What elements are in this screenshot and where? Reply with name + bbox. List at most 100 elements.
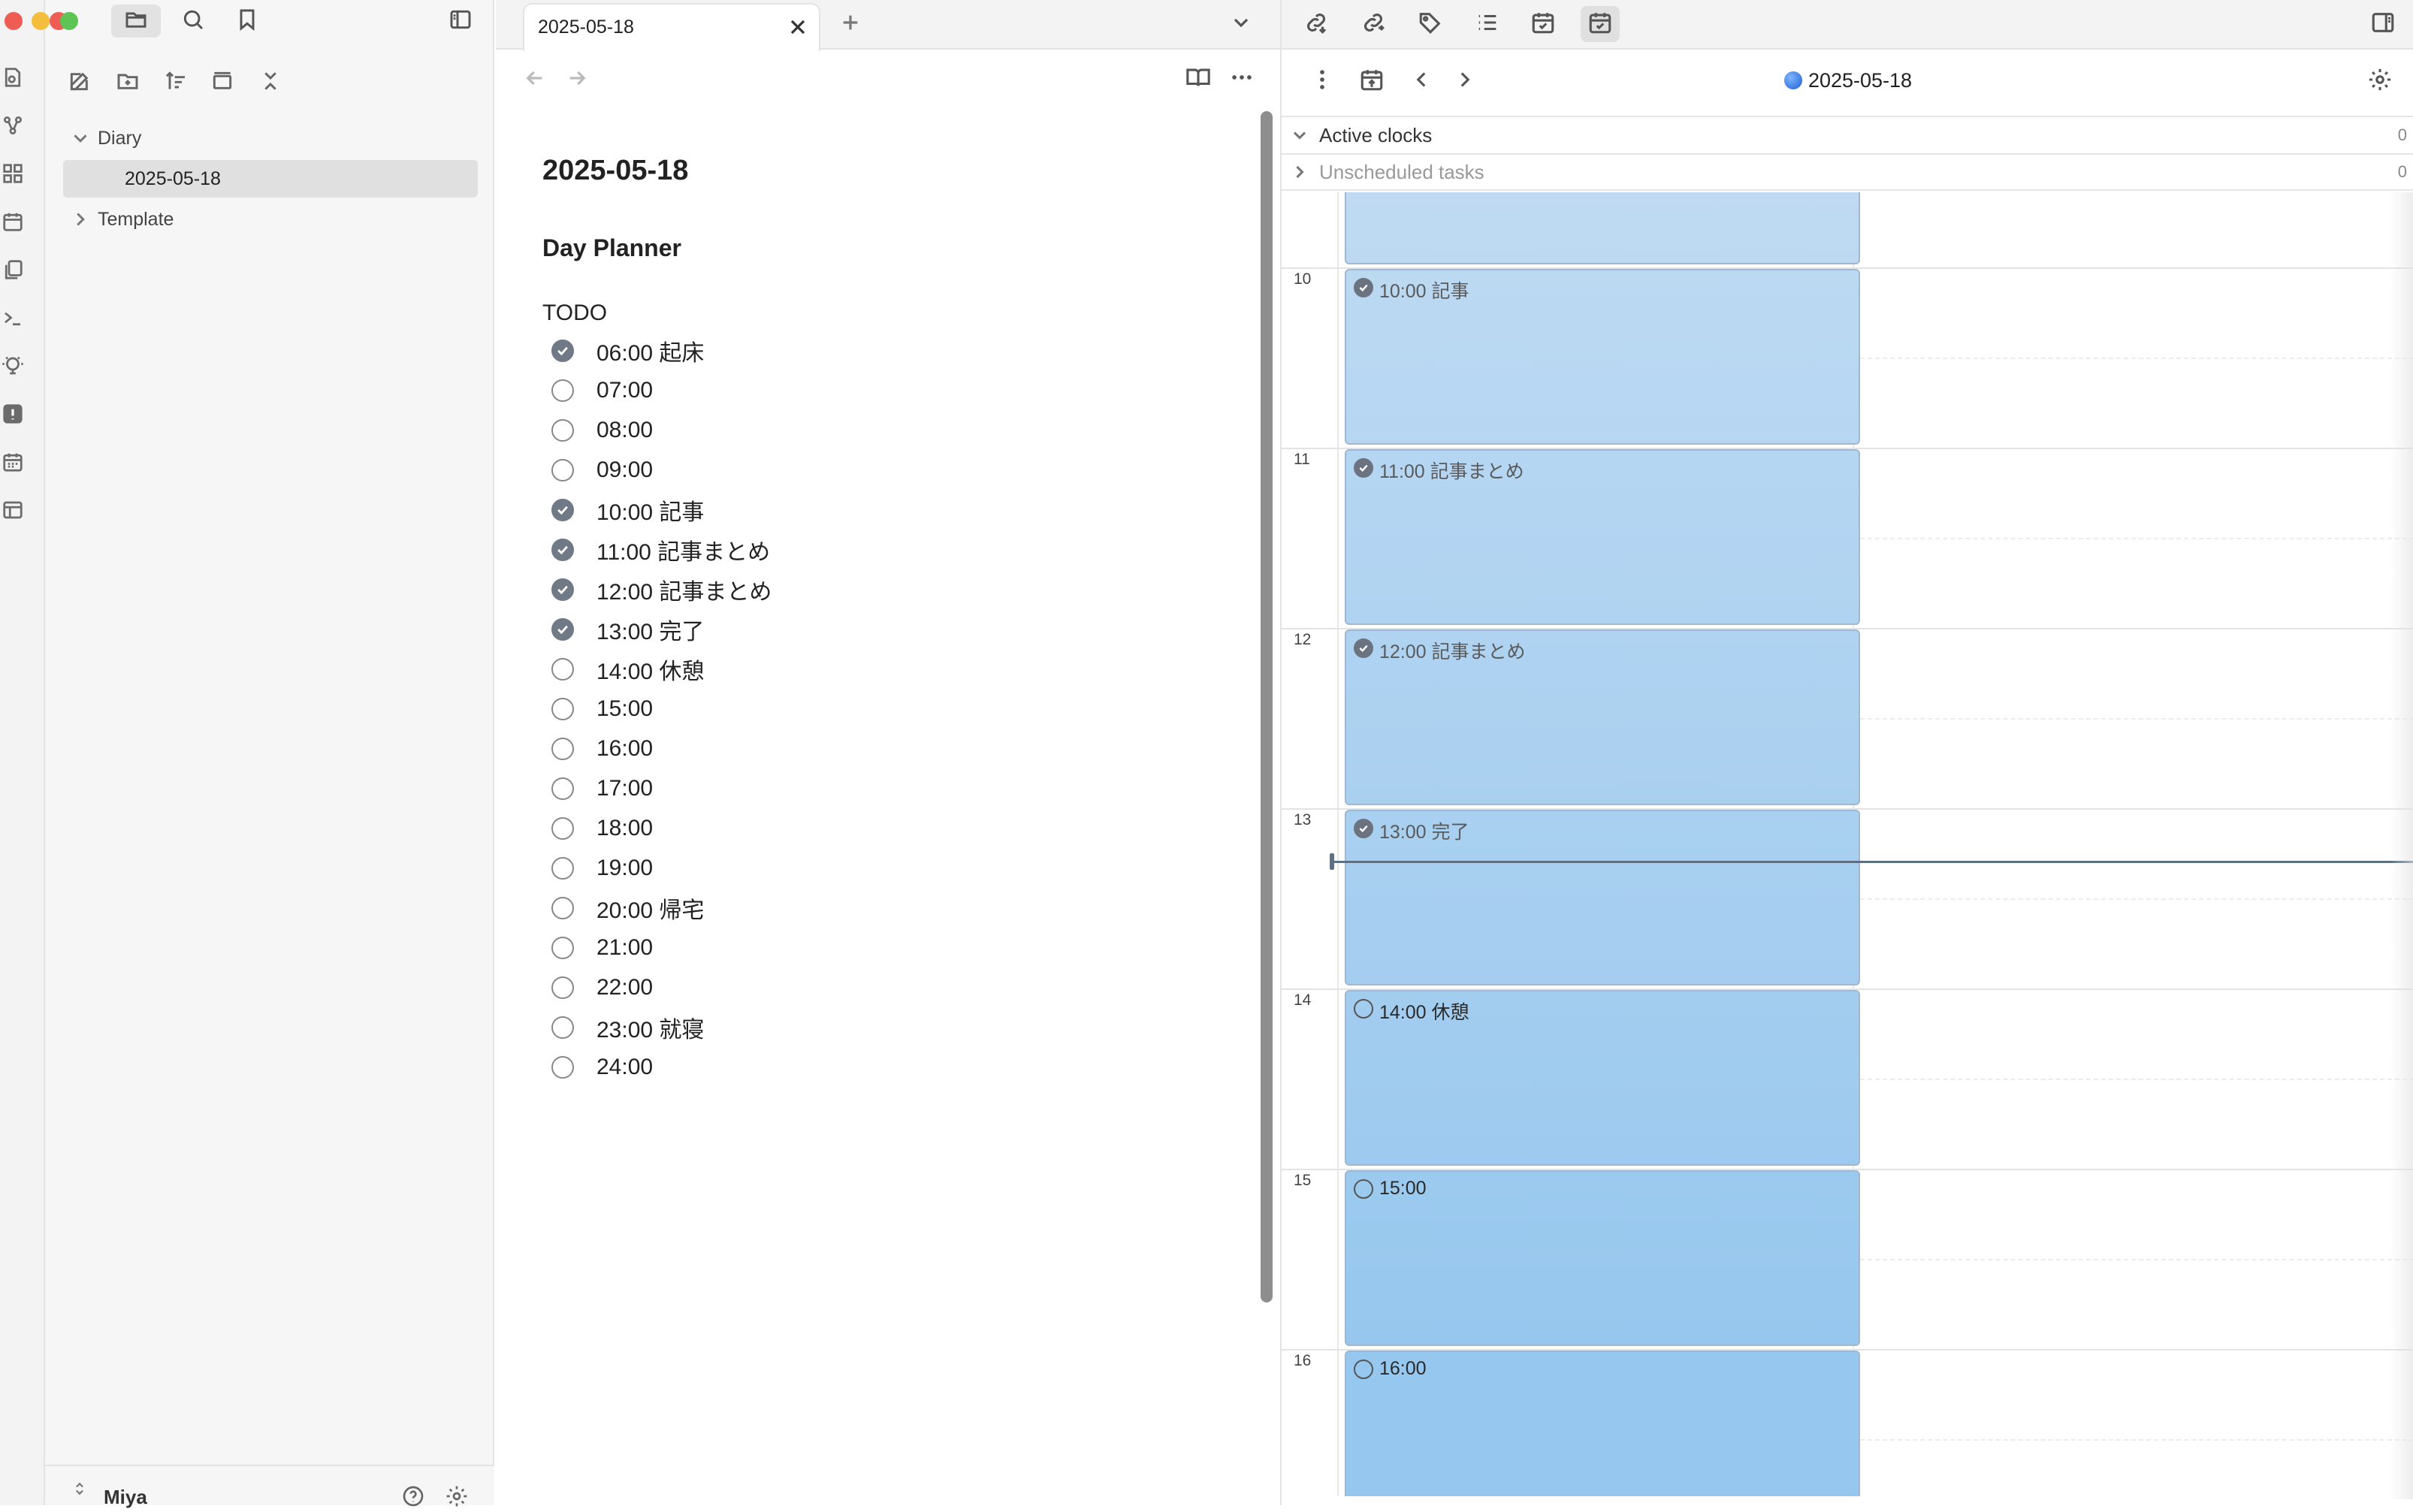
unchecked-checkbox[interactable] (1354, 1360, 1373, 1379)
unchecked-checkbox[interactable] (551, 379, 574, 402)
day-planner-ribbon-icon[interactable] (2, 403, 24, 425)
unchecked-checkbox[interactable] (551, 1055, 574, 1079)
tab-2025-05-18[interactable]: 2025-05-18 (523, 3, 820, 51)
unchecked-checkbox[interactable] (551, 737, 574, 760)
unchecked-checkbox[interactable] (551, 418, 574, 442)
sort-icon (164, 69, 188, 97)
new-note-button[interactable] (63, 66, 96, 99)
unchecked-checkbox[interactable] (551, 856, 574, 880)
checked-checkbox[interactable] (1354, 278, 1373, 297)
new-tab-icon[interactable] (838, 11, 862, 35)
unchecked-checkbox[interactable] (551, 896, 574, 919)
task-text: 21:00 (596, 934, 654, 960)
help-icon[interactable] (401, 1484, 425, 1508)
planner-event[interactable]: 09:00 (1345, 192, 1860, 264)
unchecked-checkbox[interactable] (551, 1016, 574, 1039)
planner-timeline[interactable]: 10 11 12 13 14 15 16 09:00 10:00 記事 11:00 記事まとめ 12… (1282, 192, 2413, 1496)
reading-view-icon[interactable] (1185, 65, 1213, 92)
canvas-icon[interactable] (2, 162, 24, 185)
unchecked-checkbox[interactable] (551, 777, 574, 800)
task-item: 18:00 (551, 808, 772, 848)
backlinks-tab[interactable] (1297, 6, 1336, 42)
window-minimize-button[interactable] (32, 12, 50, 30)
lightbulb-icon[interactable] (2, 355, 24, 377)
unscheduled-tasks-row[interactable]: Unscheduled tasks 0 (1282, 153, 2413, 191)
tags-tab[interactable] (1411, 6, 1450, 42)
checked-checkbox[interactable] (1354, 638, 1373, 658)
vault-name[interactable]: Miya (104, 1486, 147, 1509)
table-icon[interactable] (2, 499, 24, 521)
planner-event[interactable]: 10:00 記事 (1345, 269, 1860, 445)
settings-icon[interactable] (445, 1484, 469, 1508)
more-options-icon[interactable] (1229, 65, 1256, 92)
checked-checkbox[interactable] (1354, 819, 1373, 838)
collapse-all-button[interactable] (254, 66, 287, 99)
heading-day-planner: Day Planner (542, 234, 681, 261)
planner-event[interactable]: 16:00 (1345, 1351, 1860, 1496)
search-tab-button[interactable] (168, 5, 218, 38)
collapse-all-icon (258, 69, 282, 97)
folder-diary[interactable]: Diary (69, 120, 141, 156)
bookmarks-tab-button[interactable] (222, 5, 272, 38)
unchecked-checkbox[interactable] (1354, 1179, 1373, 1199)
outline-tab[interactable] (1468, 6, 1507, 42)
sort-button[interactable] (159, 66, 192, 99)
planner-event[interactable]: 13:00 完了 (1345, 810, 1860, 985)
new-folder-button[interactable] (111, 66, 144, 99)
auto-reveal-button[interactable] (206, 66, 239, 99)
vault-switcher-icon[interactable] (72, 1481, 87, 1496)
unchecked-checkbox[interactable] (551, 458, 574, 481)
back-arrow-icon[interactable] (523, 66, 547, 90)
unchecked-checkbox[interactable] (551, 936, 574, 959)
chevron-down-icon[interactable] (1229, 11, 1253, 35)
planner-event-text: 16:00 (1379, 1358, 1427, 1379)
task-item: 08:00 (551, 410, 772, 450)
task-text: 11:00 記事まとめ (596, 539, 771, 565)
checked-checkbox[interactable] (551, 498, 574, 521)
hour-label: 11 (1294, 451, 1310, 468)
window-close-button[interactable] (5, 12, 23, 30)
active-clocks-row[interactable]: Active clocks 0 (1282, 116, 2413, 153)
gear-icon (2367, 67, 2393, 96)
forward-arrow-icon[interactable] (565, 66, 589, 90)
tags-icon (1418, 10, 1443, 39)
day-planner-tab[interactable] (1581, 6, 1620, 42)
checked-checkbox[interactable] (551, 339, 574, 362)
right-sidebar-toggle[interactable] (2363, 6, 2402, 42)
checked-checkbox[interactable] (1354, 458, 1373, 478)
planner-event[interactable]: 14:00 休憩 (1345, 990, 1860, 1166)
planner-event[interactable]: 12:00 記事まとめ (1345, 629, 1860, 805)
outgoing-links-tab[interactable] (1354, 6, 1393, 42)
sidebar-toggle-button[interactable] (436, 5, 485, 38)
templates-icon[interactable] (2, 258, 24, 281)
unchecked-checkbox[interactable] (1354, 999, 1373, 1019)
task-item: 12:00 記事まとめ (551, 569, 772, 609)
note-2025-05-18[interactable]: 2025-05-18 (125, 161, 221, 197)
task-list: 06:00 起床 07:00 08:00 09:00 10:00 記事 11:00 記事ま… (551, 330, 772, 1087)
planner-event[interactable]: 11:00 記事まとめ (1345, 449, 1860, 625)
daily-note-icon[interactable] (2, 210, 24, 233)
planner-event[interactable]: 15:00 (1345, 1170, 1860, 1346)
calendar-tab[interactable] (1524, 6, 1563, 42)
unchecked-checkbox[interactable] (551, 976, 574, 999)
todo-label: TODO (542, 300, 608, 325)
unchecked-checkbox[interactable] (551, 816, 574, 840)
editor-scrollbar[interactable] (1261, 111, 1273, 1302)
checked-checkbox[interactable] (551, 538, 574, 561)
planner-settings-button[interactable] (2365, 66, 2395, 96)
window-zoom-button[interactable] (60, 12, 78, 30)
folder-template[interactable]: Template (69, 201, 174, 237)
task-text: 10:00 記事 (596, 499, 705, 525)
task-item: 22:00 (551, 967, 772, 1007)
files-tab-button[interactable] (111, 5, 161, 38)
unchecked-checkbox[interactable] (551, 697, 574, 720)
calendar-icon[interactable] (2, 451, 24, 473)
close-icon[interactable] (786, 15, 810, 39)
checked-checkbox[interactable] (551, 617, 574, 641)
quick-switcher-icon[interactable] (2, 66, 24, 89)
checked-checkbox[interactable] (551, 578, 574, 601)
unchecked-checkbox[interactable] (551, 657, 574, 681)
task-item: 07:00 (551, 370, 772, 410)
graph-view-icon[interactable] (2, 114, 24, 137)
command-palette-icon[interactable] (2, 306, 24, 329)
